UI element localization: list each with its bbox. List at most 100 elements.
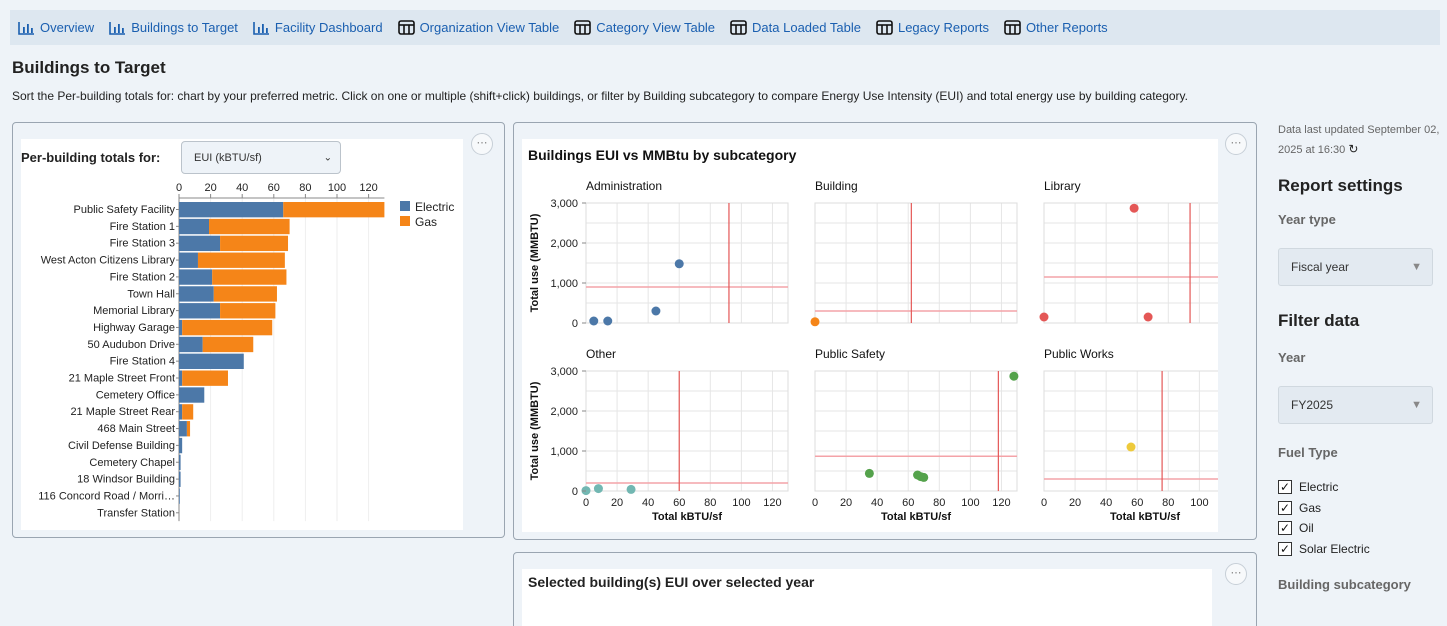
metric-select[interactable]: EUI (kBTU/sf) ⌄ xyxy=(181,141,341,174)
data-updated-text: Data last updated September 02, 2025 at … xyxy=(1278,121,1444,160)
category-label: 21 Maple Street Front xyxy=(69,373,175,385)
facet-title: Public Works xyxy=(1044,347,1114,361)
fuel-label: Solar Electric xyxy=(1299,541,1370,556)
x-tick-label: 80 xyxy=(933,497,945,509)
x-tick-label: 60 xyxy=(1131,497,1143,509)
legend-label: Electric xyxy=(415,200,454,214)
nav-item-label: Data Loaded Table xyxy=(752,20,861,35)
per-building-card: ⋯ Per-building totals for: EUI (kBTU/sf)… xyxy=(12,122,505,538)
x-tick-label: 80 xyxy=(299,182,311,194)
more-menu-icon[interactable]: ⋯ xyxy=(1225,563,1247,585)
checkbox-checked-icon[interactable]: ✓ xyxy=(1278,480,1292,494)
fuel-checkbox-electric[interactable]: ✓ Electric xyxy=(1278,480,1338,494)
facet-title: Public Safety xyxy=(815,347,885,361)
category-label: 18 Windsor Building xyxy=(77,474,175,486)
bar-gas xyxy=(209,218,290,235)
dropdown-icon: ▼ xyxy=(1411,261,1422,273)
updated-text: Data last updated September 02, 2025 at … xyxy=(1278,124,1440,156)
y-tick-label: 0 xyxy=(572,318,578,330)
bar-electric xyxy=(179,454,181,471)
table-icon xyxy=(730,20,752,35)
refresh-icon[interactable]: ↻ xyxy=(1348,142,1358,156)
bar-electric xyxy=(179,336,203,353)
checkbox-checked-icon[interactable]: ✓ xyxy=(1278,500,1292,515)
bar-gas xyxy=(182,319,273,336)
scatter-chart[interactable]: Buildings EUI vs MMBtu by subcategory Adm… xyxy=(522,139,1218,532)
checkbox-checked-icon[interactable]: ✓ xyxy=(1278,521,1292,535)
more-menu-icon[interactable]: ⋯ xyxy=(471,133,493,155)
category-label: Public Safety Facility xyxy=(74,204,176,216)
nav-item-5[interactable]: Data Loaded Table xyxy=(730,20,861,35)
per-building-bar-chart[interactable]: 0 20 40 60 80 100 120 Public Safety Facility Fir… xyxy=(21,178,463,530)
category-label: Fire Station 4 xyxy=(110,356,175,368)
x-tick-label: 100 xyxy=(1190,497,1208,509)
nav-item-0[interactable]: Overview xyxy=(18,20,94,35)
data-point xyxy=(626,484,636,494)
category-label: Fire Station 3 xyxy=(110,238,175,250)
top-nav: Overview Buildings to Target Facility Dash… xyxy=(10,10,1440,45)
x-tick-label: 120 xyxy=(992,497,1010,509)
year-select[interactable]: FY2025 ▼ xyxy=(1278,386,1433,424)
eui-over-year-card: ⋯ Selected building(s) EUI over selected… xyxy=(513,552,1257,626)
nav-item-7[interactable]: Other Reports xyxy=(1004,20,1108,35)
more-menu-icon[interactable]: ⋯ xyxy=(1225,133,1247,155)
fuel-checkbox-oil[interactable]: ✓ Oil xyxy=(1278,521,1314,535)
nav-item-2[interactable]: Facility Dashboard xyxy=(253,20,383,35)
fuel-label: Electric xyxy=(1299,480,1339,494)
bar-electric xyxy=(179,471,181,487)
category-label: 468 Main Street xyxy=(97,423,175,435)
x-tick-label: 20 xyxy=(204,182,216,194)
scatter-title: Buildings EUI vs MMBtu by subcategory xyxy=(528,147,797,163)
x-tick-label: 80 xyxy=(704,497,716,509)
bar-gas xyxy=(197,252,285,268)
bar-chart-icon xyxy=(18,21,40,35)
x-tick-label: 0 xyxy=(583,497,589,509)
facet-title: Other xyxy=(586,347,616,361)
bar-electric xyxy=(179,218,210,235)
x-tick-label: 20 xyxy=(840,497,852,509)
x-tick-label: 120 xyxy=(359,182,377,194)
bar-electric xyxy=(179,319,183,336)
checkbox-checked-icon[interactable]: ✓ xyxy=(1278,541,1292,556)
fuel-checkbox-gas[interactable]: ✓ Gas xyxy=(1278,500,1322,515)
nav-item-4[interactable]: Category View Table xyxy=(574,20,715,35)
x-tick-label: 20 xyxy=(1069,497,1081,509)
data-point xyxy=(919,472,929,482)
nav-item-label: Buildings to Target xyxy=(131,20,238,35)
nav-item-label: Legacy Reports xyxy=(897,20,990,35)
y-axis-label: Total use (MMBTU) xyxy=(529,213,541,312)
category-label: 116 Concord Road / Morri… xyxy=(38,490,175,502)
fuel-label: Gas xyxy=(1299,500,1322,515)
x-axis-label: Total kBTU/sf xyxy=(652,511,722,523)
data-point xyxy=(589,316,599,326)
category-label: 21 Maple Street Rear xyxy=(70,406,175,418)
x-tick-label: 100 xyxy=(732,497,750,509)
nav-item-label: Other Reports xyxy=(1026,20,1108,35)
year-type-select[interactable]: Fiscal year ▼ xyxy=(1278,248,1433,286)
y-axis-label: Total use (MMBTU) xyxy=(529,381,541,480)
nav-item-6[interactable]: Legacy Reports xyxy=(876,20,989,35)
bar-electric xyxy=(179,370,183,386)
x-tick-label: 0 xyxy=(812,497,818,509)
eui-over-year-title: Selected building(s) EUI over selected y… xyxy=(528,574,815,590)
fuel-checkbox-solar-electric[interactable]: ✓ Solar Electric xyxy=(1278,541,1370,556)
metric-select-value: EUI (kBTU/sf) xyxy=(194,151,262,164)
year-type-value: Fiscal year xyxy=(1291,260,1350,274)
table-icon xyxy=(397,20,420,35)
page-title: Buildings to Target xyxy=(12,58,166,77)
x-tick-label: 40 xyxy=(871,497,883,509)
nav-item-3[interactable]: Organization View Table xyxy=(397,20,559,35)
category-label: Highway Garage xyxy=(93,322,175,334)
data-point xyxy=(1129,203,1139,213)
category-label: West Acton Citizens Library xyxy=(41,255,176,267)
nav-item-1[interactable]: Buildings to Target xyxy=(109,20,238,35)
fuel-label: Oil xyxy=(1299,521,1314,535)
nav-item-label: Facility Dashboard xyxy=(274,20,383,35)
table-icon xyxy=(876,20,898,35)
legend-label: Gas xyxy=(415,215,437,229)
bar-electric xyxy=(179,353,244,369)
year-type-label: Year type xyxy=(1278,212,1336,227)
bar-gas xyxy=(212,269,287,285)
bar-gas xyxy=(220,303,276,319)
per-building-label: Per-building totals for: xyxy=(21,150,161,165)
